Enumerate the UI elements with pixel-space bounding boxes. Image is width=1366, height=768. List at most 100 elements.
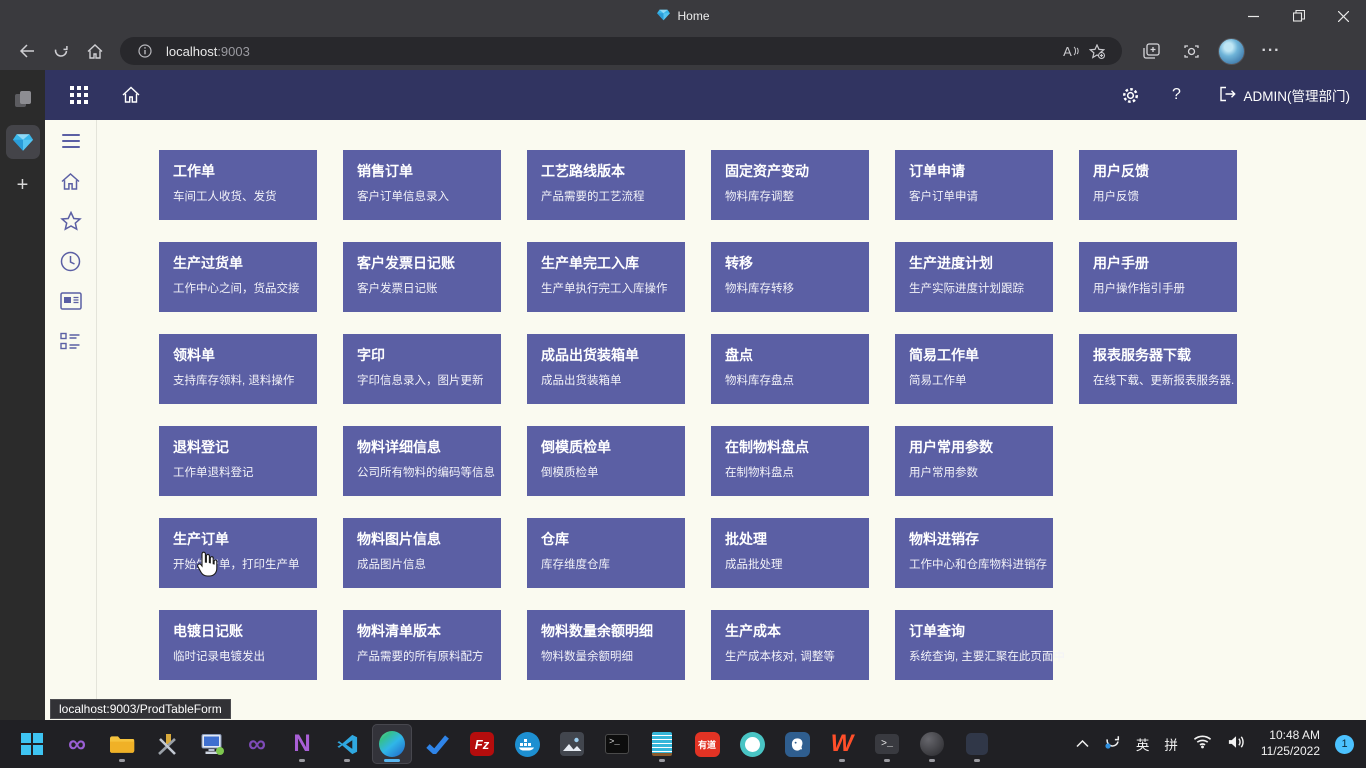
- app-tile[interactable]: 生产成本 生产成本核对, 调整等: [711, 610, 869, 680]
- app-tile[interactable]: 物料详细信息 公司所有物料的编码等信息: [343, 426, 501, 496]
- more-menu-icon[interactable]: ···: [1254, 36, 1288, 66]
- app-tile[interactable]: 物料进销存 工作中心和仓库物料进销存: [895, 518, 1053, 588]
- sphere-icon[interactable]: [912, 724, 952, 764]
- app-tile[interactable]: 生产过货单 工作中心之间，货品交接: [159, 242, 317, 312]
- sync-icon[interactable]: [1104, 733, 1121, 755]
- tile-title: 物料图片信息: [357, 529, 493, 549]
- recent-clock-icon[interactable]: [59, 250, 83, 272]
- pages-icon[interactable]: [6, 82, 40, 116]
- app-tile[interactable]: 订单申请 客户订单申请: [895, 150, 1053, 220]
- tray-chevron-icon[interactable]: [1076, 735, 1089, 753]
- tray-clock[interactable]: 10:48 AM 11/25/2022: [1261, 728, 1320, 759]
- panda-app-icon[interactable]: [732, 724, 772, 764]
- tile-title: 用户常用参数: [909, 437, 1045, 457]
- app-tile[interactable]: 用户手册 用户操作指引手册: [1079, 242, 1237, 312]
- app-tile[interactable]: 用户常用参数 用户常用参数: [895, 426, 1053, 496]
- postgresql-icon[interactable]: [777, 724, 817, 764]
- youdao-icon[interactable]: 有道: [687, 724, 727, 764]
- windows-start-icon[interactable]: [12, 724, 52, 764]
- app-tile[interactable]: 销售订单 客户订单信息录入: [343, 150, 501, 220]
- app-tile[interactable]: 用户反馈 用户反馈: [1079, 150, 1237, 220]
- app-tile[interactable]: 简易工作单 简易工作单: [895, 334, 1053, 404]
- terminal-icon[interactable]: >_: [867, 724, 907, 764]
- collections-icon[interactable]: [1134, 36, 1168, 66]
- help-icon[interactable]: ?: [1159, 77, 1195, 113]
- app-tile[interactable]: 生产进度计划 生产实际进度计划跟踪: [895, 242, 1053, 312]
- visual-studio-icon[interactable]: ∞: [57, 724, 97, 764]
- app-tile[interactable]: 订单查询 系统查询, 主要汇聚在此页面中: [895, 610, 1053, 680]
- file-explorer-icon[interactable]: [102, 724, 142, 764]
- app-tile[interactable]: 报表服务器下载 在线下载、更新报表服务器.: [1079, 334, 1237, 404]
- app-tile[interactable]: 领料单 支持库存领料, 退料操作: [159, 334, 317, 404]
- app-tile[interactable]: 生产单完工入库 生产单执行完工入库操作: [527, 242, 685, 312]
- app-tile[interactable]: 工作单 车间工人收货、发货: [159, 150, 317, 220]
- restore-icon[interactable]: [1276, 0, 1321, 32]
- minimize-icon[interactable]: [1231, 0, 1276, 32]
- photos-icon[interactable]: [552, 724, 592, 764]
- app-tile[interactable]: 批处理 成品批处理: [711, 518, 869, 588]
- app-tile[interactable]: 成品出货装箱单 成品出货装箱单: [527, 334, 685, 404]
- app-tile[interactable]: 字印 字印信息录入，图片更新: [343, 334, 501, 404]
- home-icon[interactable]: [78, 36, 112, 66]
- ime-pinyin[interactable]: 拼: [1164, 734, 1178, 754]
- app-tile[interactable]: 物料图片信息 成品图片信息: [343, 518, 501, 588]
- app-tile[interactable]: 客户发票日记账 客户发票日记账: [343, 242, 501, 312]
- refresh-icon[interactable]: [44, 36, 78, 66]
- url-text[interactable]: localhost:9003: [166, 44, 250, 59]
- docker-icon[interactable]: [507, 724, 547, 764]
- gem-app-icon[interactable]: [6, 125, 40, 159]
- app-tile[interactable]: 倒模质检单 倒模质检单: [527, 426, 685, 496]
- app-tile[interactable]: 物料清单版本 产品需要的所有原料配方: [343, 610, 501, 680]
- app-tile[interactable]: 转移 物料库存转移: [711, 242, 869, 312]
- notepad-icon[interactable]: [642, 724, 682, 764]
- app-tile[interactable]: 物料数量余额明细 物料数量余额明细: [527, 610, 685, 680]
- user-menu[interactable]: ADMIN(管理部门): [1219, 85, 1351, 105]
- visual-studio-2-icon[interactable]: ∞: [237, 724, 277, 764]
- tools-icon[interactable]: [147, 724, 187, 764]
- tiles-grid: 工作单 车间工人收货、发货 销售订单 客户订单信息录入 工艺路线版本 产品需要的…: [97, 120, 1237, 720]
- home-icon[interactable]: [59, 170, 83, 192]
- favorites-star-icon[interactable]: [59, 210, 83, 232]
- app-tile[interactable]: 盘点 物料库存盘点: [711, 334, 869, 404]
- web-capture-icon[interactable]: [1174, 36, 1208, 66]
- app-tile[interactable]: 生产订单 开始生产单，打印生产单: [159, 518, 317, 588]
- notification-badge[interactable]: 1: [1335, 735, 1354, 754]
- profile-avatar[interactable]: [1214, 36, 1248, 66]
- tile-subtitle: 系统查询, 主要汇聚在此页面中: [909, 648, 1045, 664]
- ime-latin[interactable]: 英: [1136, 734, 1150, 754]
- home-icon[interactable]: [113, 77, 149, 113]
- settings-gear-icon[interactable]: [1113, 77, 1149, 113]
- wifi-icon[interactable]: [1193, 734, 1212, 754]
- tile-subtitle: 用户反馈: [1093, 188, 1229, 204]
- purple-n-icon[interactable]: N: [282, 724, 322, 764]
- close-icon[interactable]: [1321, 0, 1366, 32]
- filezilla-icon[interactable]: Fz: [462, 724, 502, 764]
- menu-icon[interactable]: [59, 130, 83, 152]
- check-icon[interactable]: [417, 724, 457, 764]
- tile-subtitle: 字印信息录入，图片更新: [357, 372, 493, 388]
- app-tile[interactable]: 在制物料盘点 在制物料盘点: [711, 426, 869, 496]
- vscode-icon[interactable]: [327, 724, 367, 764]
- tile-row: 电镀日记账 临时记录电镀发出 物料清单版本 产品需要的所有原料配方 物料数量余额…: [159, 610, 1237, 680]
- read-aloud-icon[interactable]: A: [1058, 38, 1084, 64]
- waffle-icon[interactable]: [61, 77, 97, 113]
- tile-title: 订单申请: [909, 161, 1045, 181]
- back-icon[interactable]: [10, 36, 44, 66]
- faint-app-icon[interactable]: [957, 724, 997, 764]
- app-tile[interactable]: 退料登记 工作单退料登记: [159, 426, 317, 496]
- address-bar[interactable]: localhost:9003 A: [120, 37, 1122, 65]
- app-tile[interactable]: 电镀日记账 临时记录电镀发出: [159, 610, 317, 680]
- my-computer-icon[interactable]: [192, 724, 232, 764]
- cmd-icon[interactable]: >_: [597, 724, 637, 764]
- app-tile[interactable]: 仓库 库存维度仓库: [527, 518, 685, 588]
- tasks-icon[interactable]: [59, 330, 83, 352]
- board-icon[interactable]: [59, 290, 83, 312]
- edge-browser-icon[interactable]: [372, 724, 412, 764]
- app-tile[interactable]: 固定资产变动 物料库存调整: [711, 150, 869, 220]
- favorite-add-icon[interactable]: [1084, 38, 1110, 64]
- info-icon[interactable]: [132, 38, 158, 64]
- wps-icon[interactable]: W: [822, 724, 862, 764]
- app-tile[interactable]: 工艺路线版本 产品需要的工艺流程: [527, 150, 685, 220]
- volume-icon[interactable]: [1227, 734, 1246, 755]
- add-icon[interactable]: +: [6, 168, 40, 202]
